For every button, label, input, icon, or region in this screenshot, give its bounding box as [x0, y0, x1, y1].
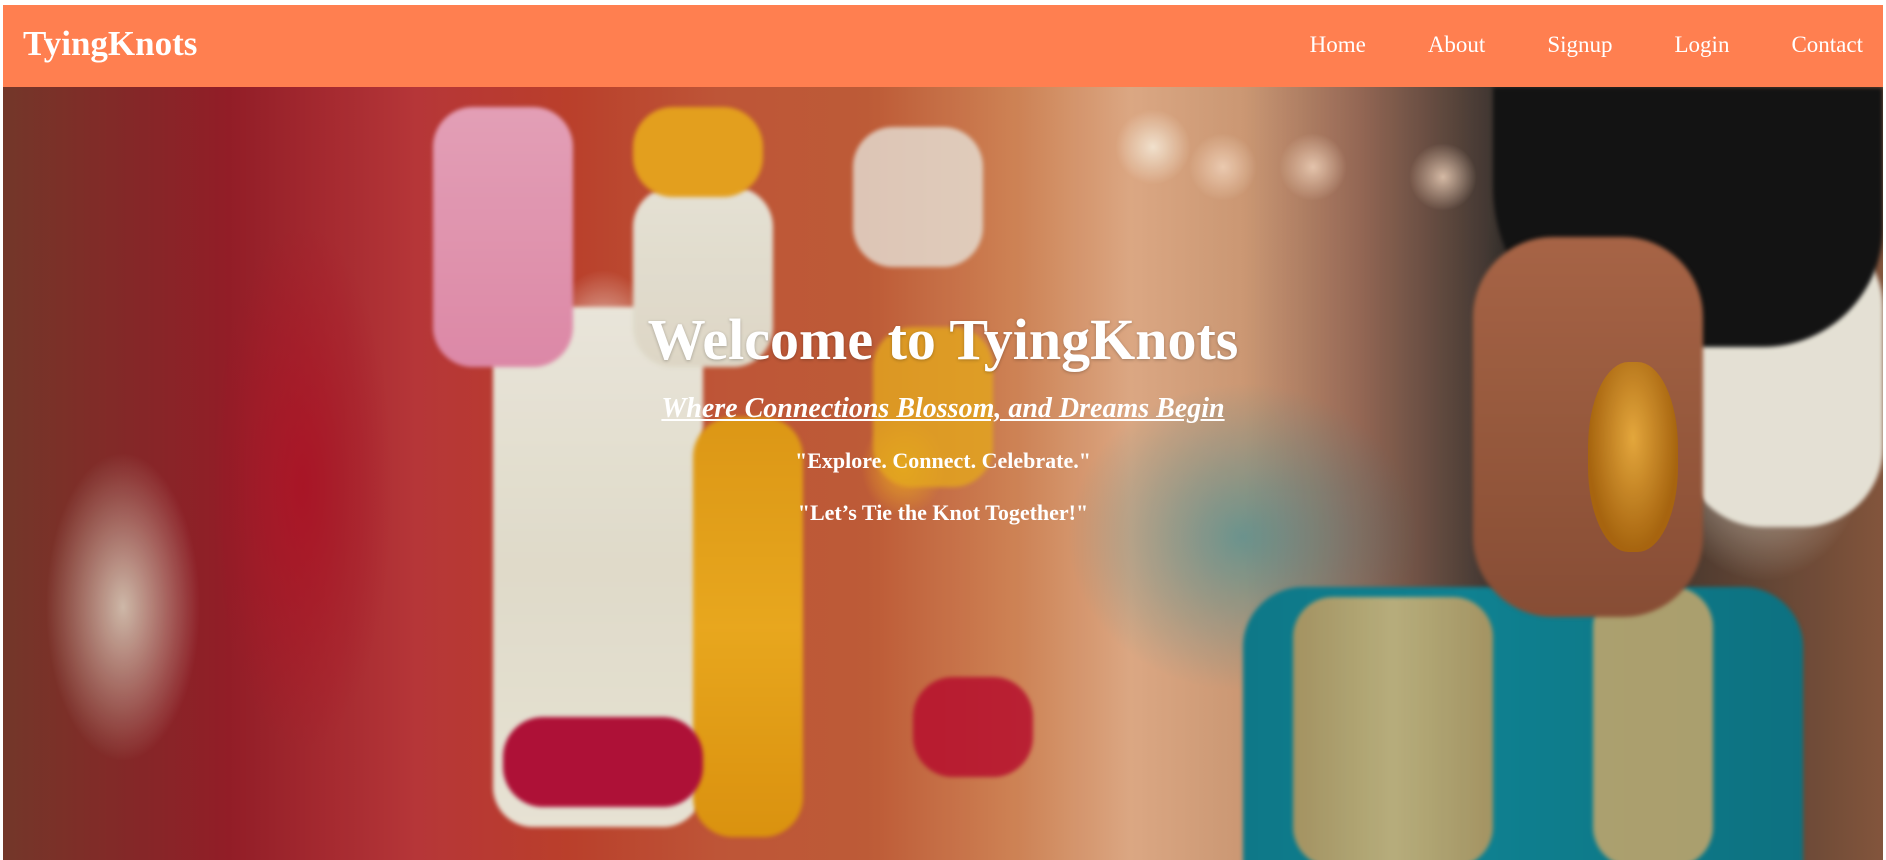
- brand-logo[interactable]: TyingKnots: [23, 23, 197, 65]
- nav-link-contact[interactable]: Contact: [1791, 31, 1863, 59]
- nav-links: Home About Signup Login Contact: [1310, 31, 1863, 59]
- page-frame: TyingKnots Home About Signup Login Conta…: [3, 5, 1883, 860]
- nav-link-home[interactable]: Home: [1310, 31, 1366, 59]
- nav-link-about[interactable]: About: [1428, 31, 1486, 59]
- nav-link-signup[interactable]: Signup: [1547, 31, 1612, 59]
- hero-slogan-tie-knot: "Let’s Tie the Knot Together!": [797, 500, 1089, 525]
- nav-link-login[interactable]: Login: [1675, 31, 1730, 59]
- hero-title: Welcome to TyingKnots: [647, 307, 1239, 372]
- hero-slogan-explore: "Explore. Connect. Celebrate.": [795, 448, 1091, 473]
- navbar: TyingKnots Home About Signup Login Conta…: [3, 5, 1883, 87]
- hero-tagline: Where Connections Blossom, and Dreams Be…: [661, 393, 1225, 424]
